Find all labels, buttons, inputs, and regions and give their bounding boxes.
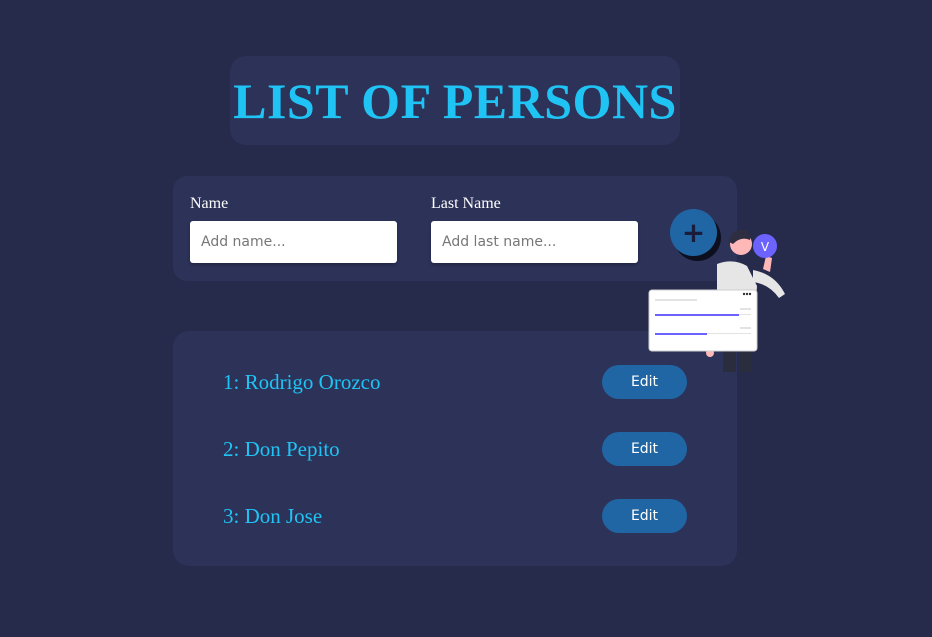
plus-icon: + xyxy=(681,215,706,249)
title-container: LIST OF PERSONS xyxy=(230,56,680,145)
last-name-field-group: Last Name xyxy=(431,195,638,263)
list-item: 2: Don Pepito Edit xyxy=(223,431,687,467)
page-title: LIST OF PERSONS xyxy=(233,72,677,129)
list-item: 3: Don Jose Edit xyxy=(223,498,687,534)
edit-button[interactable]: Edit xyxy=(602,499,687,533)
person-label: 1: Rodrigo Orozco xyxy=(223,369,381,394)
name-input[interactable] xyxy=(190,221,397,263)
last-name-label: Last Name xyxy=(431,195,501,212)
name-field-group: Name xyxy=(190,195,397,263)
name-label: Name xyxy=(190,195,229,212)
add-person-button[interactable]: + xyxy=(670,209,717,256)
last-name-input[interactable] xyxy=(431,221,638,263)
person-label: 3: Don Jose xyxy=(223,503,323,528)
person-label: 2: Don Pepito xyxy=(223,436,340,461)
badge-letter: V xyxy=(761,240,770,254)
edit-button[interactable]: Edit xyxy=(602,432,687,466)
list-item: 1: Rodrigo Orozco Edit xyxy=(223,364,687,400)
person-with-checklist-illustration: V xyxy=(648,229,785,372)
